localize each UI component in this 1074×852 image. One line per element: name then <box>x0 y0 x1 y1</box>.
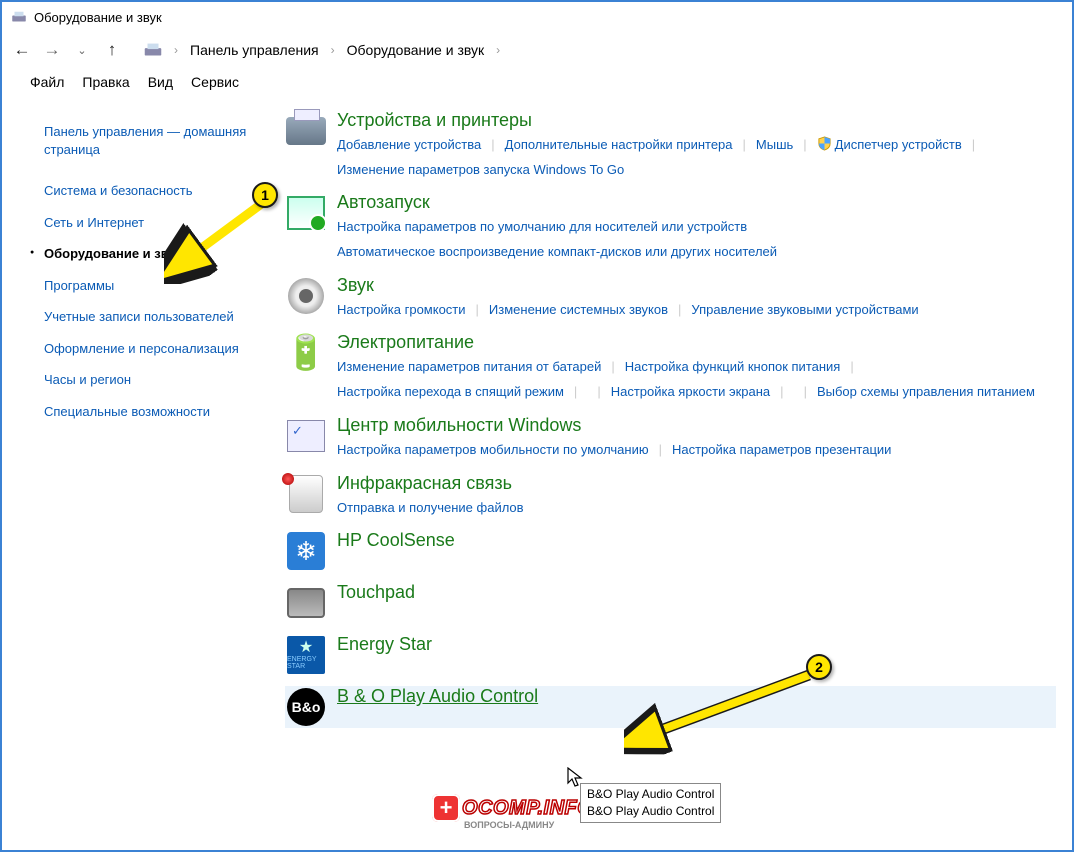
category-title[interactable]: Touchpad <box>337 582 1056 603</box>
sidebar-home[interactable]: Панель управления — домашняя страница <box>44 116 267 165</box>
category-sublink[interactable]: Изменение параметров запуска Windows To … <box>337 162 624 177</box>
separator: | <box>659 442 662 457</box>
separator: | <box>476 302 479 317</box>
category-sublink[interactable]: Настройка функций кнопок питания <box>625 359 841 374</box>
category-infrared: Инфракрасная связь Отправка и получение ф… <box>285 473 1056 521</box>
category-sublink[interactable]: Настройка яркости экрана <box>611 384 770 399</box>
sidebar-item[interactable]: Специальные возможности <box>44 396 267 428</box>
forward-button[interactable]: → <box>40 38 64 62</box>
separator: | <box>678 302 681 317</box>
menubar: Файл Правка Вид Сервис <box>2 68 1072 98</box>
separator: | <box>574 384 577 399</box>
energystar-icon: ENERGY STAR <box>285 634 327 676</box>
recent-dropdown[interactable]: ⌄ <box>70 38 94 62</box>
up-button[interactable]: ↑ <box>100 38 124 62</box>
category-devices: Устройства и принтеры Добавление устройст… <box>285 110 1056 182</box>
menu-service[interactable]: Сервис <box>191 74 239 90</box>
category-sublink[interactable]: Мышь <box>756 137 793 152</box>
chevron-icon: › <box>327 43 339 57</box>
category-mobility: Центр мобильности Windows Настройка парам… <box>285 415 1056 463</box>
category-title[interactable]: Energy Star <box>337 634 1056 655</box>
menu-edit[interactable]: Правка <box>82 74 129 90</box>
category-title[interactable]: Звук <box>337 275 1056 296</box>
category-title[interactable]: Центр мобильности Windows <box>337 415 1056 436</box>
breadcrumb-root[interactable]: Панель управления <box>188 40 321 60</box>
watermark: + OCOMP.INFO ВОПРОСЫ-АДМИНУ <box>432 794 593 822</box>
category-sublink[interactable]: Изменение параметров питания от батарей <box>337 359 601 374</box>
separator: | <box>743 137 746 152</box>
category-coolsense: ❄ HP CoolSense <box>285 530 1056 572</box>
category-title[interactable]: Электропитание <box>337 332 1056 353</box>
category-autoplay: Автозапуск Настройка параметров по умолча… <box>285 192 1056 264</box>
category-title[interactable]: Автозапуск <box>337 192 1056 213</box>
category-sublink[interactable]: Автоматическое воспроизведение компакт-д… <box>337 244 777 259</box>
content-area: Панель управления — домашняя страница Си… <box>2 98 1072 848</box>
category-title[interactable]: HP CoolSense <box>337 530 1056 551</box>
sidebar-item[interactable]: Оформление и персонализация <box>44 333 267 365</box>
sound-icon <box>285 275 327 317</box>
annotation-badge-2: 2 <box>806 654 832 680</box>
category-sublink[interactable]: Дополнительные настройки принтера <box>505 137 733 152</box>
separator: | <box>803 137 806 152</box>
tooltip-line: B&O Play Audio Control <box>587 803 714 820</box>
category-sublink[interactable]: Настройка перехода в спящий режим <box>337 384 564 399</box>
chevron-icon: › <box>170 43 182 57</box>
category-title[interactable]: Устройства и принтеры <box>337 110 1056 131</box>
sidebar-item[interactable]: Учетные записи пользователей <box>44 301 267 333</box>
menu-file[interactable]: Файл <box>30 74 64 90</box>
nav-toolbar: ← → ⌄ ↑ › Панель управления › Оборудован… <box>2 32 1072 68</box>
window-title: Оборудование и звук <box>34 10 162 25</box>
category-title[interactable]: Инфракрасная связь <box>337 473 1056 494</box>
sidebar-item[interactable]: Часы и регион <box>44 364 267 396</box>
back-button[interactable]: ← <box>10 38 34 62</box>
category-sublink[interactable]: Настройка громкости <box>337 302 466 317</box>
category-sublink[interactable]: Настройка параметров мобильности по умол… <box>337 442 649 457</box>
touchpad-icon <box>285 582 327 624</box>
devices-icon <box>10 8 28 26</box>
separator: | <box>597 384 600 399</box>
category-sublink[interactable]: Выбор схемы управления питанием <box>817 384 1035 399</box>
mobility-icon <box>285 415 327 457</box>
watermark-text: OCOMP.INFO ВОПРОСЫ-АДМИНУ <box>462 797 593 820</box>
chevron-icon: › <box>492 43 504 57</box>
annotation-arrow-2 <box>624 667 824 757</box>
location-icon <box>142 39 164 61</box>
bo-icon: B&o <box>285 686 327 728</box>
plus-icon: + <box>432 794 460 822</box>
category-power: 🔋 Электропитание Изменение параметров пита… <box>285 332 1056 404</box>
category-sublink[interactable]: Изменение системных звуков <box>489 302 668 317</box>
category-sublink[interactable]: Диспетчер устройств <box>817 137 962 152</box>
separator: | <box>804 384 807 399</box>
category-sublink[interactable]: Управление звуковыми устройствами <box>691 302 918 317</box>
separator: | <box>972 137 975 152</box>
titlebar: Оборудование и звук <box>2 2 1072 32</box>
category-sublink[interactable]: Добавление устройства <box>337 137 481 152</box>
power-icon: 🔋 <box>285 332 327 374</box>
control-panel-window: Оборудование и звук ← → ⌄ ↑ › Панель упр… <box>0 0 1074 852</box>
coolsense-icon: ❄ <box>285 530 327 572</box>
separator: | <box>491 137 494 152</box>
category-sublink[interactable]: Настройка параметров по умолчанию для но… <box>337 219 747 234</box>
menu-view[interactable]: Вид <box>148 74 173 90</box>
tooltip-line: B&O Play Audio Control <box>587 786 714 803</box>
autoplay-icon <box>285 192 327 234</box>
infrared-icon <box>285 473 327 515</box>
category-sublink[interactable]: Отправка и получение файлов <box>337 500 524 515</box>
category-touchpad: Touchpad <box>285 582 1056 624</box>
annotation-arrow-1 <box>164 194 276 284</box>
separator: | <box>850 359 853 374</box>
category-sound: Звук Настройка громкости | Изменение систем… <box>285 275 1056 323</box>
annotation-badge-1: 1 <box>252 182 278 208</box>
devices-icon <box>285 110 327 152</box>
separator: | <box>780 384 783 399</box>
category-sublink[interactable]: Настройка параметров презентации <box>672 442 891 457</box>
tooltip: B&O Play Audio Control B&O Play Audio Co… <box>580 783 721 823</box>
separator: | <box>611 359 614 374</box>
breadcrumb-current[interactable]: Оборудование и звук <box>345 40 487 60</box>
